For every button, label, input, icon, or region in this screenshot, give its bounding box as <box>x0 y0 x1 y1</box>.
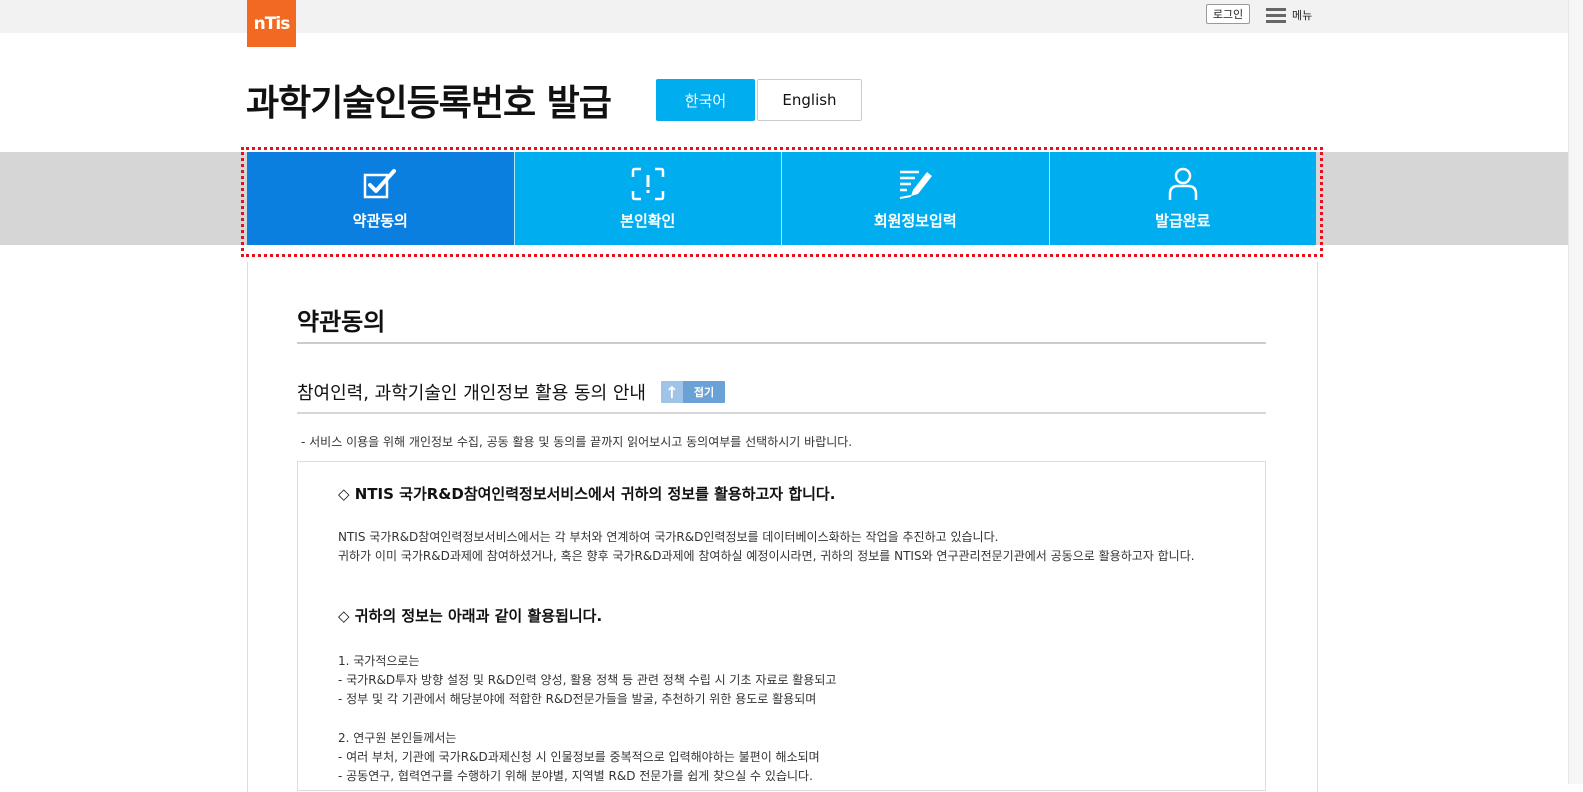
step-label: 본인확인 <box>620 212 676 230</box>
step-issuance-complete: 발급완료 <box>1048 152 1316 245</box>
page-title: 과학기술인등록번호 발급 <box>246 83 612 124</box>
consent-subtitle: 참여인력, 과학기술인 개인정보 활용 동의 안내 <box>297 383 646 404</box>
fold-label: 접기 <box>693 386 715 399</box>
menu-button[interactable]: 메뉴 <box>1266 6 1312 24</box>
list-item: - 정부 및 각 기관에서 해당분야에 적합한 R&D전문가들을 발굴, 추천하… <box>338 692 817 706</box>
terms-heading: ◇ NTIS 국가R&D참여인력정보서비스에서 귀하의 정보를 활용하고자 합니… <box>338 485 836 503</box>
notice-text: - 서비스 이용을 위해 개인정보 수집, 공동 활용 및 동의를 끝까지 읽어… <box>301 435 853 449</box>
login-button[interactable]: 로그인 <box>1206 4 1250 24</box>
step-terms-agreement: 약관동의 <box>247 152 514 245</box>
step-member-info-input: 회원정보입력 <box>781 152 1049 245</box>
language-korean-button[interactable]: 한국어 <box>656 79 755 121</box>
document-pen-icon <box>900 170 933 199</box>
section-title: 약관동의 <box>297 308 386 336</box>
list-item: - 여러 부처, 기관에 국가R&D과제신청 시 인물정보를 중복적으로 입력해… <box>338 750 820 764</box>
step-label: 회원정보입력 <box>873 212 957 230</box>
list-title: 2. 연구원 본인들께서는 <box>338 731 457 745</box>
top-bar <box>0 0 1568 33</box>
vertical-scrollbar[interactable] <box>1568 0 1583 784</box>
step-indicator: 약관동의 본인확인 회원정보입력 발급완료 <box>247 152 1316 245</box>
terms-paragraph: NTIS 국가R&D참여인력정보서비스에서는 각 부처와 연계하여 국가R&D인… <box>338 530 999 544</box>
step-label: 약관동의 <box>352 212 408 230</box>
divider <box>297 342 1266 344</box>
step-identity-verification: 본인확인 <box>513 152 781 245</box>
list-title: 1. 국가적으로는 <box>338 654 420 668</box>
hamburger-icon <box>1266 8 1286 23</box>
list-item: - 국가R&D투자 방향 설정 및 R&D인력 양성, 활용 정책 등 관련 정… <box>338 673 837 687</box>
menu-label: 메뉴 <box>1292 9 1313 22</box>
ntis-logo[interactable]: nTis <box>247 0 296 47</box>
terms-box[interactable]: ◇ NTIS 국가R&D참여인력정보서비스에서 귀하의 정보를 활용하고자 합니… <box>297 461 1266 791</box>
list-item: - 공동연구, 협력연구를 수행하기 위해 분야별, 지역별 R&D 전문가를 … <box>338 769 813 783</box>
scan-exclamation-icon <box>631 167 664 201</box>
checkbox-check-icon <box>364 169 397 199</box>
terms-paragraph: 귀하가 이미 국가R&D과제에 참여하셨거나, 혹은 향후 국가R&D과제에 참… <box>338 549 1195 563</box>
step-label: 발급완료 <box>1155 212 1211 230</box>
language-english-button[interactable]: English <box>757 79 862 121</box>
terms-heading: ◇ 귀하의 정보는 아래과 같이 활용됩니다. <box>338 607 603 625</box>
person-icon <box>1168 167 1197 200</box>
divider <box>297 412 1266 414</box>
arrow-up-icon: ↑ <box>661 381 683 403</box>
fold-button[interactable]: ↑ 접기 <box>661 381 725 403</box>
